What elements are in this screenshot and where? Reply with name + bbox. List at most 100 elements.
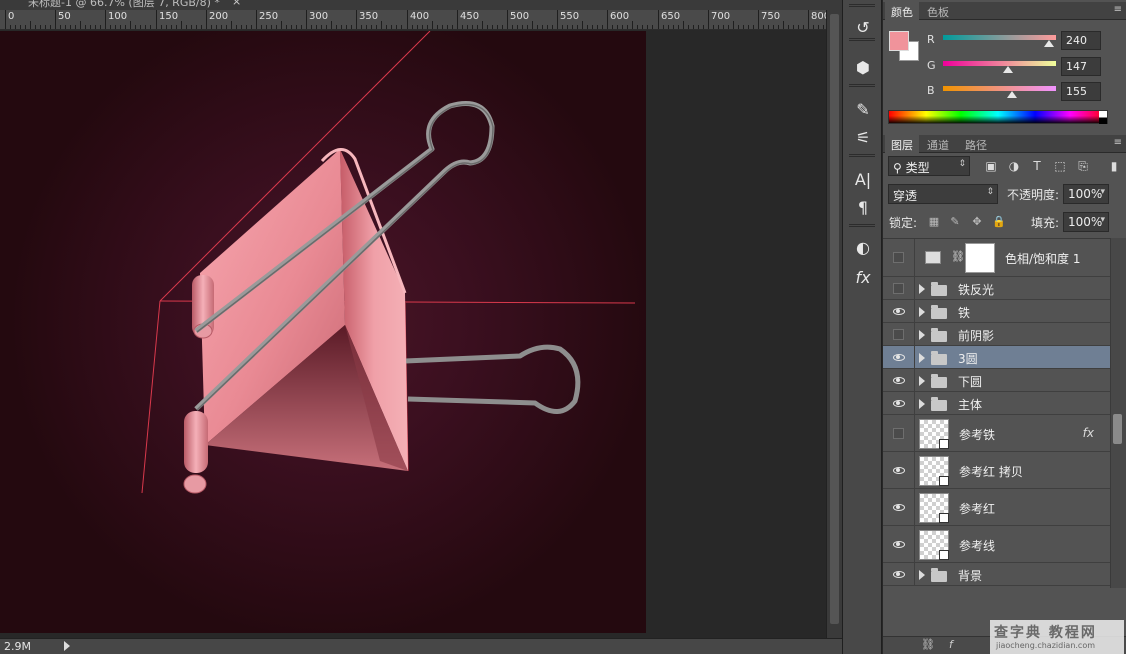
panel-menu-icon[interactable]: ≡ <box>1114 4 1122 15</box>
slider-thumb[interactable] <box>1003 66 1014 73</box>
type-filter-icon[interactable]: T <box>1028 157 1046 175</box>
canvas[interactable] <box>0 31 646 633</box>
layer-row[interactable]: 铁反光 <box>883 277 1110 300</box>
layer-name[interactable]: 前阴影 <box>958 327 994 344</box>
link-layers-icon[interactable]: ⛓ <box>921 638 935 651</box>
channel-value-r[interactable]: 240 <box>1061 31 1101 50</box>
layer-name[interactable]: 背景 <box>958 567 982 584</box>
layer-name[interactable]: 色相/饱和度 1 <box>1005 250 1081 267</box>
foreground-color-swatch-top[interactable] <box>889 31 909 51</box>
shape-filter-icon[interactable]: ⬚ <box>1051 157 1069 175</box>
layers-scrollbar[interactable] <box>1110 238 1126 588</box>
opacity-field[interactable]: 100% ▾ <box>1063 184 1109 204</box>
layer-filter-select[interactable]: ⚲ 类型 ⇕ <box>888 156 970 176</box>
lock-all-icon[interactable]: 🔒 <box>991 214 1007 230</box>
layer-name[interactable]: 下圆 <box>958 373 982 390</box>
fill-field[interactable]: 100% ▾ <box>1063 212 1109 232</box>
3d-icon[interactable]: ⬢ <box>850 54 876 80</box>
layer-row[interactable]: 参考线 <box>883 526 1110 563</box>
layer-name[interactable]: 铁 <box>958 304 970 321</box>
lock-transparent-icon[interactable]: ▦ <box>926 214 942 230</box>
document-tab[interactable]: 未标题-1 @ 66.7% (图层 7, RGB/8) * × <box>0 0 842 10</box>
layer-row[interactable]: 主体 <box>883 392 1110 415</box>
layer-name[interactable]: 3圆 <box>958 350 978 367</box>
tool-presets-icon[interactable]: ⚟ <box>850 124 876 150</box>
channel-slider-b[interactable] <box>943 86 1056 91</box>
channel-slider-r[interactable] <box>943 35 1056 40</box>
paragraph-icon[interactable]: ¶ <box>850 194 876 220</box>
visibility-toggle[interactable] <box>883 369 915 391</box>
smart-object-filter-icon[interactable]: ⎘ <box>1074 157 1092 175</box>
visibility-toggle[interactable] <box>883 415 915 451</box>
panel-grip[interactable] <box>849 4 875 7</box>
vertical-scrollbar[interactable] <box>826 10 842 638</box>
panel-grip[interactable] <box>849 154 875 157</box>
visibility-toggle[interactable] <box>883 392 915 414</box>
visibility-toggle[interactable] <box>883 239 915 276</box>
expand-arrow-icon[interactable] <box>919 569 925 580</box>
layer-name[interactable]: 参考铁 <box>959 426 995 443</box>
pixel-filter-icon[interactable]: ▣ <box>982 157 1000 175</box>
character-icon[interactable]: A| <box>850 166 876 192</box>
panel-grip[interactable] <box>849 84 875 87</box>
channel-slider-g[interactable] <box>943 61 1056 66</box>
layer-row[interactable]: 参考铁 fx <box>883 415 1110 452</box>
color-spectrum[interactable] <box>888 110 1108 124</box>
visibility-toggle[interactable] <box>883 489 915 525</box>
visibility-toggle[interactable] <box>883 300 915 322</box>
layer-row[interactable]: 参考红 拷贝 <box>883 452 1110 489</box>
expand-arrow-icon[interactable] <box>919 329 925 340</box>
layer-name[interactable]: 铁反光 <box>958 281 994 298</box>
layer-mask-thumbnail[interactable] <box>965 243 995 273</box>
link-chain-icon[interactable]: ⛓ <box>951 250 965 263</box>
layer-row[interactable]: 铁 <box>883 300 1110 323</box>
close-icon[interactable]: × <box>232 0 241 8</box>
tab-color[interactable]: 颜色 <box>885 2 919 20</box>
blend-mode-select[interactable]: 穿透 ⇕ <box>888 184 998 204</box>
tab-paths[interactable]: 路径 <box>959 135 993 153</box>
slider-thumb[interactable] <box>1006 91 1017 98</box>
styles-icon[interactable]: fx <box>850 264 876 290</box>
layer-name[interactable]: 参考线 <box>959 537 995 554</box>
history-icon[interactable]: ↺ <box>850 14 876 40</box>
channel-value-g[interactable]: 147 <box>1061 57 1101 76</box>
channel-value-b[interactable]: 155 <box>1061 82 1101 101</box>
visibility-toggle[interactable] <box>883 277 915 299</box>
filter-toggle-icon[interactable]: ▮ <box>1105 157 1123 175</box>
lock-brush-icon[interactable]: ✎ <box>947 214 963 230</box>
layer-row[interactable]: 前阴影 <box>883 323 1110 346</box>
tab-layers[interactable]: 图层 <box>885 135 919 153</box>
tab-swatches[interactable]: 色板 <box>921 2 955 20</box>
brush-presets-icon[interactable]: ✎ <box>850 96 876 122</box>
add-style-icon[interactable]: f <box>949 638 953 651</box>
lock-move-icon[interactable]: ✥ <box>969 214 985 230</box>
scrollbar-thumb[interactable] <box>830 14 839 624</box>
scrollbar-thumb[interactable] <box>1113 414 1122 444</box>
layer-name[interactable]: 参考红 <box>959 500 995 517</box>
panel-grip[interactable] <box>849 224 875 227</box>
adjustment-filter-icon[interactable]: ◑ <box>1005 157 1023 175</box>
expand-arrow-icon[interactable] <box>919 352 925 363</box>
visibility-toggle[interactable] <box>883 563 915 585</box>
tab-channels[interactable]: 通道 <box>921 135 955 153</box>
status-menu-arrow-icon[interactable] <box>64 641 70 651</box>
expand-arrow-icon[interactable] <box>919 375 925 386</box>
layer-row[interactable]: 下圆 <box>883 369 1110 392</box>
adjustments-icon[interactable]: ◐ <box>850 234 876 260</box>
visibility-toggle[interactable] <box>883 526 915 562</box>
panel-menu-icon[interactable]: ≡ <box>1114 137 1122 148</box>
slider-thumb[interactable] <box>1044 40 1055 47</box>
visibility-toggle[interactable] <box>883 346 915 368</box>
layer-row[interactable]: 背景 <box>883 563 1110 586</box>
visibility-toggle[interactable] <box>883 452 915 488</box>
layer-row[interactable]: ⛓ 色相/饱和度 1 <box>883 239 1110 277</box>
layer-row[interactable]: 参考红 <box>883 489 1110 526</box>
layer-name[interactable]: 参考红 拷贝 <box>959 463 1023 480</box>
expand-arrow-icon[interactable] <box>919 283 925 294</box>
black-white-swatch[interactable] <box>1099 111 1107 124</box>
expand-arrow-icon[interactable] <box>919 306 925 317</box>
expand-arrow-icon[interactable] <box>919 398 925 409</box>
visibility-toggle[interactable] <box>883 323 915 345</box>
layer-name[interactable]: 主体 <box>958 396 982 413</box>
layer-effects-icon[interactable]: fx <box>1083 426 1094 440</box>
